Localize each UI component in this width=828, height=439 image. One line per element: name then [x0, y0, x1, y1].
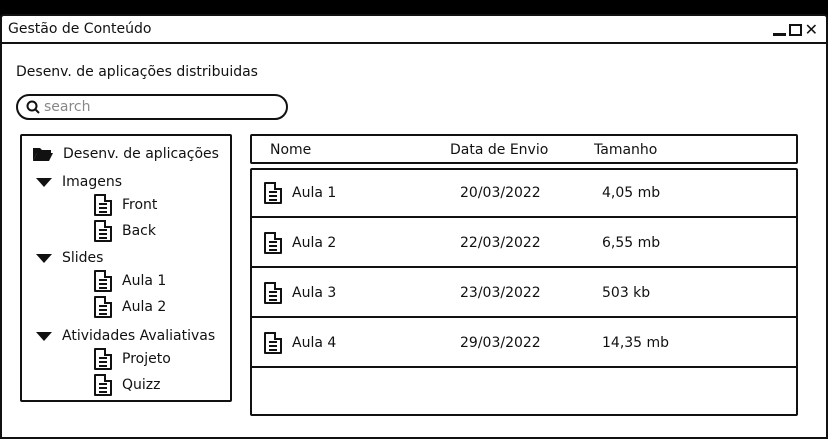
tree-group-slides[interactable]: Slides	[36, 250, 103, 266]
search-icon	[26, 100, 40, 114]
document-icon	[94, 194, 112, 216]
document-icon	[94, 220, 112, 242]
triangle-down-icon[interactable]	[36, 253, 52, 263]
tree-item-aula-1[interactable]: Aula 1	[94, 270, 166, 292]
file-date: 22/03/2022	[460, 235, 541, 251]
folder-open-icon	[33, 148, 53, 161]
table-header: Nome Data de Envio Tamanho	[250, 134, 798, 164]
window-controls: ✕	[772, 20, 818, 38]
tree-item-projeto[interactable]: Projeto	[94, 348, 171, 370]
document-icon	[94, 270, 112, 292]
file-name: Aula 1	[292, 185, 337, 201]
tree-item-quizz[interactable]: Quizz	[94, 374, 160, 396]
file-date: 23/03/2022	[460, 285, 541, 301]
table-row[interactable]: Aula 4 29/03/2022 14,35 mb	[252, 320, 796, 368]
file-name: Aula 4	[292, 335, 337, 351]
document-icon	[264, 232, 282, 254]
file-date: 29/03/2022	[460, 335, 541, 351]
breadcrumb: Desenv. de aplicações distribuidas	[16, 64, 258, 80]
maximize-icon[interactable]	[788, 24, 802, 36]
tree-item-aula-2[interactable]: Aula 2	[94, 296, 166, 318]
file-name: Aula 2	[292, 235, 337, 251]
tree-root[interactable]: Desenv. de aplicações	[32, 146, 219, 162]
file-name: Aula 3	[292, 285, 337, 301]
tree-item-label: Back	[122, 223, 156, 239]
app-window: Gestão de Conteúdo ✕ Desenv. de aplicaçõ…	[0, 14, 828, 439]
file-date: 20/03/2022	[460, 185, 541, 201]
tree-item-label: Quizz	[122, 377, 161, 393]
tree-item-label: Aula 2	[122, 299, 167, 315]
tree-group-imagens[interactable]: Imagens	[36, 174, 122, 190]
tree-item-label: Front	[122, 197, 158, 213]
tree-root-label: Desenv. de aplicações	[63, 146, 219, 162]
file-table: Nome Data de Envio Tamanho Aula 1 20/03/…	[250, 134, 798, 416]
column-header-tamanho[interactable]: Tamanho	[594, 142, 657, 158]
close-icon[interactable]: ✕	[805, 22, 818, 38]
document-icon	[94, 374, 112, 396]
tree-group-label: Imagens	[62, 174, 123, 190]
minimize-icon[interactable]	[772, 33, 786, 36]
file-size: 503 kb	[602, 285, 651, 301]
search-input[interactable]	[44, 99, 264, 115]
triangle-down-icon[interactable]	[36, 331, 52, 341]
folder-tree: Desenv. de aplicações Imagens Front Back…	[20, 134, 232, 402]
document-icon	[264, 332, 282, 354]
tree-group-atividades[interactable]: Atividades Avaliativas	[36, 328, 215, 344]
window-title: Gestão de Conteúdo	[8, 21, 152, 37]
file-size: 4,05 mb	[602, 185, 661, 201]
table-row[interactable]: Aula 3 23/03/2022 503 kb	[252, 270, 796, 318]
tree-item-label: Projeto	[122, 351, 171, 367]
column-header-data[interactable]: Data de Envio	[450, 142, 548, 158]
document-icon	[264, 182, 282, 204]
triangle-down-icon[interactable]	[36, 177, 52, 187]
tree-item-back[interactable]: Back	[94, 220, 156, 242]
title-bar: Gestão de Conteúdo ✕	[2, 16, 826, 44]
tree-group-label: Atividades Avaliativas	[62, 328, 216, 344]
tree-item-front[interactable]: Front	[94, 194, 157, 216]
file-size: 6,55 mb	[602, 235, 661, 251]
tree-group-label: Slides	[62, 250, 104, 266]
table-body: Aula 1 20/03/2022 4,05 mb Aula 2 22/03/2…	[250, 168, 798, 416]
file-size: 14,35 mb	[602, 335, 670, 351]
tree-item-label: Aula 1	[122, 273, 167, 289]
document-icon	[94, 348, 112, 370]
column-header-nome[interactable]: Nome	[270, 142, 311, 158]
document-icon	[94, 296, 112, 318]
table-row[interactable]: Aula 2 22/03/2022 6,55 mb	[252, 220, 796, 268]
search-box[interactable]	[16, 94, 288, 120]
document-icon	[264, 282, 282, 304]
table-row[interactable]: Aula 1 20/03/2022 4,05 mb	[252, 170, 796, 218]
